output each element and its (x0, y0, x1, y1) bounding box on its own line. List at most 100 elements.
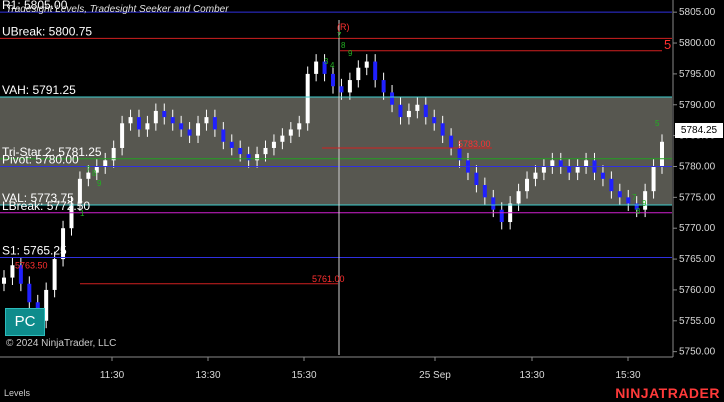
candle-body (558, 160, 563, 167)
candle-body (27, 283, 32, 303)
candle-body (651, 166, 656, 192)
pc-button[interactable]: PC (5, 308, 45, 336)
candle-body (128, 117, 133, 124)
sequence-count-label: 9 (642, 199, 647, 208)
candle-body (415, 104, 420, 111)
candle-body (440, 123, 445, 136)
last-price-badge: 5784.25 (675, 123, 723, 138)
candle-body (533, 172, 538, 179)
candle-body (364, 61, 369, 68)
candle-body (255, 154, 260, 161)
annotation-price: 5761.00 (312, 274, 345, 284)
price-tick-label: 5765.00 (679, 254, 716, 265)
sequence-count-label: 8 (92, 169, 97, 178)
sequence-count-label: 7 (86, 165, 91, 174)
candle-body (238, 147, 243, 155)
candle-body (347, 80, 352, 93)
time-tick-label: 13:30 (195, 370, 220, 381)
level-label: VAH: 5791.25 (2, 83, 76, 97)
candle-body (179, 123, 184, 130)
candle-body (398, 104, 403, 118)
time-tick-label: 11:30 (100, 370, 125, 381)
sequence-count-label: 7 (337, 31, 342, 40)
level-label: UBreak: 5800.75 (2, 24, 92, 38)
candle-body (153, 110, 158, 124)
candle-body (609, 178, 614, 192)
sequence-count-label: 8 (341, 41, 346, 50)
candle-body (271, 141, 276, 148)
price-tick-label: 5800.00 (679, 38, 716, 49)
annotation-price: 5763.50 (15, 260, 48, 270)
candle-body (212, 117, 217, 130)
candle-body (263, 147, 268, 155)
price-axis[interactable]: 5805.005800.005795.005790.005785.005780.… (673, 7, 716, 358)
candle-body (474, 172, 479, 185)
price-tick-label: 5805.00 (679, 7, 716, 18)
ninjatrader-logo: NINJATRADER (615, 385, 720, 401)
candle-body (280, 135, 285, 142)
candle-body (339, 86, 344, 93)
price-tick-label: 5795.00 (679, 69, 716, 80)
annotation-price: 5783.00 (458, 139, 491, 149)
candle-body (103, 160, 108, 167)
candle-body (432, 117, 437, 124)
price-tick-label: 5775.00 (679, 192, 716, 203)
level-label: LBreak: 5772.50 (2, 199, 90, 213)
candle-body (196, 123, 201, 136)
candle-body (516, 191, 521, 204)
sequence-count-label: 9 (348, 49, 353, 58)
sequence-count-label: 8 (636, 207, 641, 216)
candle-body (288, 129, 293, 136)
sequence-count-label: 9 (97, 179, 102, 188)
candle-body (305, 73, 310, 124)
candle-body (381, 80, 386, 93)
candle-body (229, 141, 234, 148)
price-tick-label: 5750.00 (679, 347, 716, 358)
candle-body (423, 104, 428, 118)
sequence-count-label: 3 (324, 57, 329, 66)
candle-body (136, 117, 141, 130)
price-tick-label: 5770.00 (679, 223, 716, 234)
sequence-count-label: 4 (330, 61, 335, 70)
candle-body (617, 191, 622, 198)
panel-label: Levels (4, 388, 31, 398)
candle-body (221, 129, 226, 142)
indicator-title: Tradesight Levels, Tradesight Seeker and… (6, 4, 229, 15)
candle-body (550, 160, 555, 167)
time-axis[interactable]: 11:30 13:30 15:30 25 Sep 13:30 15:30 (100, 357, 641, 381)
candle-body (567, 166, 572, 173)
sequence-count-label: 7 (632, 193, 637, 202)
copyright-text: © 2024 NinjaTrader, LLC (6, 338, 117, 349)
time-tick-label: 13:30 (519, 370, 544, 381)
candle-body (482, 185, 487, 198)
candle-body (600, 172, 605, 179)
candle-body (584, 160, 589, 167)
time-tick-label: 25 Sep (419, 370, 451, 381)
candle-body (120, 123, 125, 148)
price-tick-label: 5780.00 (679, 161, 716, 172)
sequence-count-label: 1 (80, 209, 85, 218)
candle-body (297, 123, 302, 130)
price-tick-label: 5790.00 (679, 100, 716, 111)
candle-body (246, 154, 251, 161)
candle-body (356, 67, 361, 81)
candle-body (491, 197, 496, 210)
time-tick-label: 15:30 (291, 370, 316, 381)
candle-body (10, 265, 15, 278)
candle-body (449, 135, 454, 148)
red-count-marker: 5 (664, 37, 672, 52)
candle-body (52, 259, 57, 290)
candle-body (373, 61, 378, 81)
candle-body (525, 178, 530, 192)
candle-body (541, 166, 546, 173)
candle-body (331, 73, 335, 87)
candle-body (162, 110, 167, 118)
time-tick-label: 15:30 (615, 370, 640, 381)
price-tick-label: 5760.00 (679, 285, 716, 296)
candle-body (660, 141, 664, 167)
candle-body (314, 61, 319, 74)
candle-body (626, 197, 631, 204)
level-label: Pivot: 5780.00 (2, 152, 79, 166)
candle-body (145, 123, 150, 130)
candle-body (204, 117, 209, 124)
